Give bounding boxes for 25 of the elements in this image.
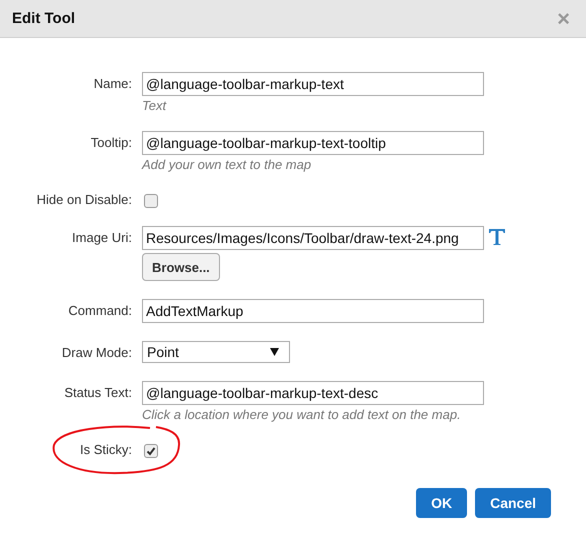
field-label: Name: [92, 75, 132, 93]
ok-button[interactable]: OK [416, 488, 468, 518]
checkbox[interactable] [144, 194, 158, 208]
field-label: Hide on Disable: [36, 191, 132, 208]
field-label: Status Text: [63, 384, 132, 402]
text-tool-icon [488, 228, 506, 246]
browse-button[interactable]: Browse... [142, 253, 220, 281]
help-text: Add your own text to the map [142, 157, 312, 172]
field-label: Command: [67, 302, 132, 320]
dropdown[interactable]: Point [142, 341, 290, 363]
cancel-button[interactable]: Cancel [475, 488, 551, 518]
help-text: Click a location where you want to add text on the map. [142, 407, 461, 422]
field-label: Is Sticky: [78, 441, 132, 458]
checkbox[interactable] [144, 444, 158, 458]
field-label: Tooltip: [90, 134, 132, 152]
input-field[interactable]: Resources/Images/Icons/Toolbar/draw-text-24.png [142, 226, 484, 250]
input-field[interactable]: @language-toolbar-markup-text-tooltip [142, 131, 484, 155]
caret-icon [270, 348, 279, 356]
input-field[interactable]: @language-toolbar-markup-text-desc [142, 381, 484, 405]
field-label: Image Uri: [71, 229, 132, 247]
window-title: Edit Tool [12, 10, 76, 27]
help-text: Text [142, 98, 166, 113]
input-field[interactable]: AddTextMarkup [142, 299, 484, 323]
input-field[interactable]: @language-toolbar-markup-text [142, 72, 484, 96]
field-label: Draw Mode: [60, 344, 132, 362]
